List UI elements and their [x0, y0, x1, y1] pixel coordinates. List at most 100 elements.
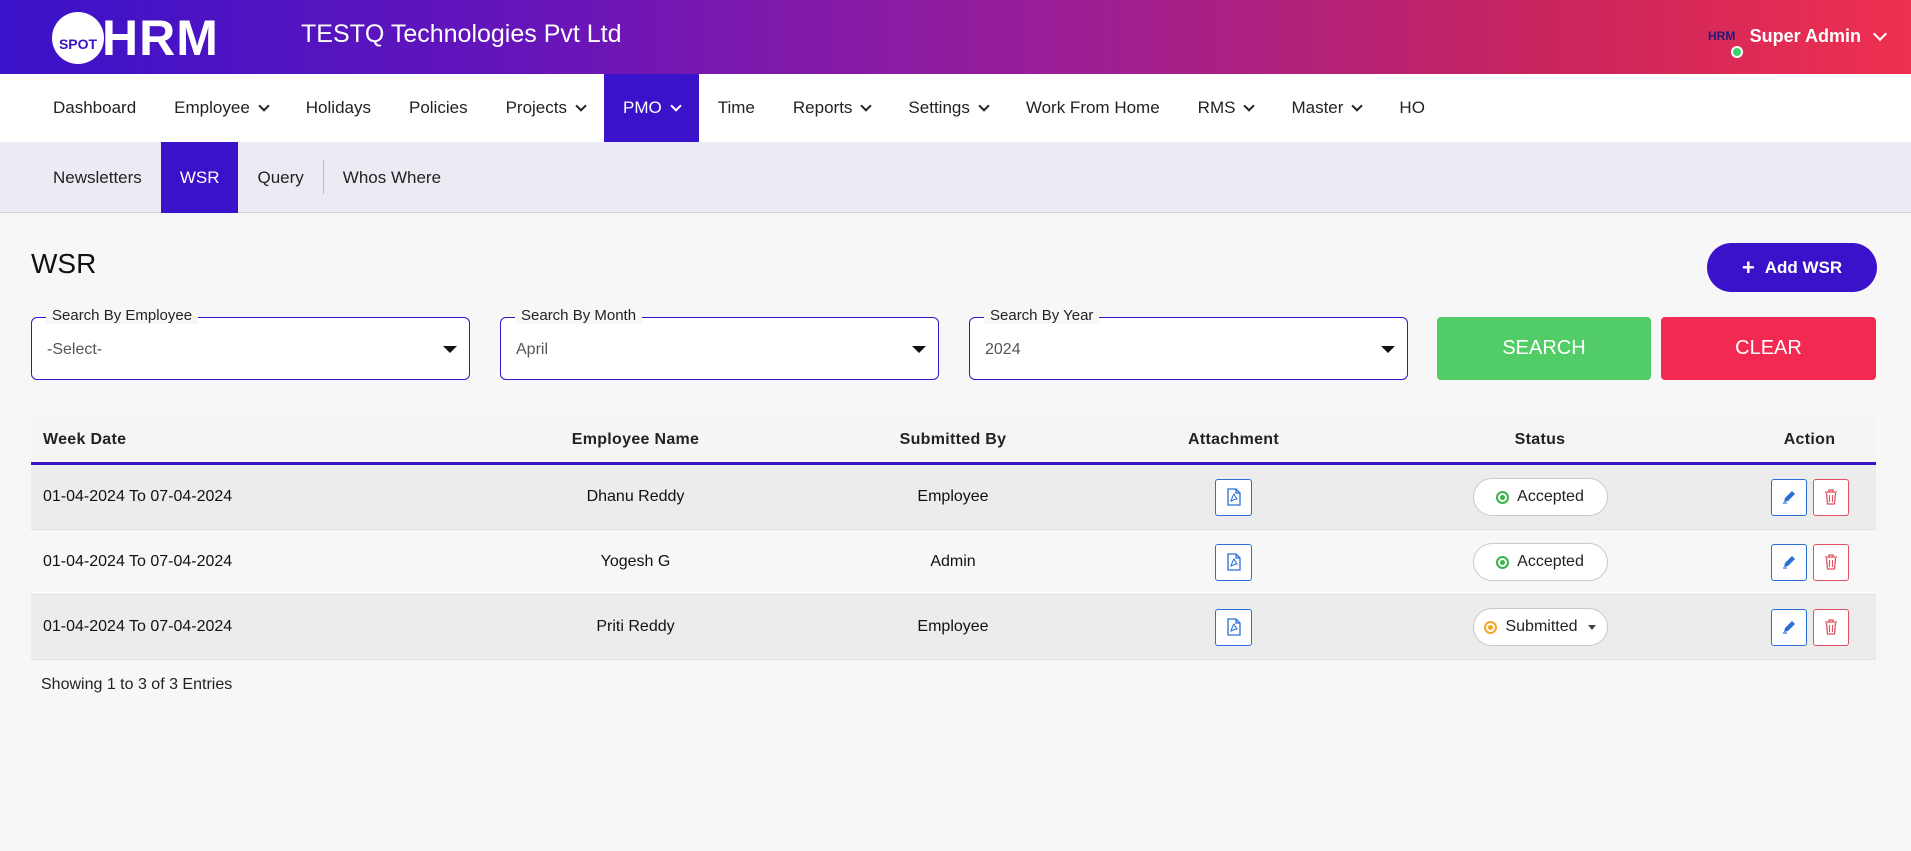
chevron-down-icon	[860, 99, 873, 112]
pdf-icon[interactable]	[1215, 478, 1252, 516]
sub-nav-item-whos-where[interactable]: Whos Where	[324, 142, 460, 213]
sub-nav-item-wsr[interactable]: WSR	[160, 142, 239, 213]
table-body: 01-04-2024 To 07-04-2024 Dhanu Reddy Emplo…	[31, 465, 1876, 660]
nav-item-policies[interactable]: Policies	[390, 74, 487, 142]
status-badge[interactable]: Submitted	[1472, 608, 1608, 646]
column-header-status[interactable]: Status	[1337, 431, 1743, 449]
cell-attachment	[1130, 608, 1337, 646]
search-button[interactable]: SEARCH	[1437, 317, 1651, 380]
column-header-submitted-by[interactable]: Submitted By	[776, 431, 1130, 449]
nav-item-label: RMS	[1197, 98, 1236, 117]
sub-nav-item-newsletters[interactable]: Newsletters	[34, 142, 161, 213]
cell-action	[1743, 608, 1876, 646]
sub-nav-item-query[interactable]: Query	[238, 142, 322, 213]
nav-item-label: Time	[717, 98, 755, 117]
user-menu[interactable]: HRM Super Admin	[1702, 22, 1888, 58]
status-label: Accepted	[1517, 488, 1584, 505]
delete-icon[interactable]	[1812, 608, 1849, 646]
table-row: 01-04-2024 To 07-04-2024 Priti Reddy Emplo…	[31, 595, 1876, 660]
chevron-down-icon[interactable]	[1872, 26, 1888, 41]
cell-status: Submitted	[1337, 608, 1743, 646]
table-row: 01-04-2024 To 07-04-2024 Yogesh G Admin Acc…	[31, 530, 1876, 595]
nav-item-label: Policies	[408, 98, 468, 117]
status-badge: Accepted	[1472, 543, 1608, 581]
cell-submitted-by: Employee	[917, 488, 989, 505]
chevron-down-icon	[670, 99, 682, 112]
nav-item-work-from-home[interactable]: Work From Home	[1007, 74, 1179, 142]
main-nav: Dashboard Employee Holidays Policies Project…	[0, 74, 1911, 142]
nav-item-ho[interactable]: HO	[1380, 74, 1444, 142]
nav-item-master[interactable]: Master	[1272, 74, 1380, 142]
cell-week-date: 01-04-2024 To 07-04-2024	[43, 618, 233, 635]
pdf-icon[interactable]	[1215, 608, 1252, 646]
nav-item-settings[interactable]: Settings	[889, 74, 1006, 142]
app-logo[interactable]: SPOT HRM	[52, 12, 219, 64]
nav-item-dashboard[interactable]: Dashboard	[34, 74, 155, 142]
company-name: TESTQ Technologies Pvt Ltd	[301, 20, 622, 48]
delete-icon[interactable]	[1812, 543, 1849, 581]
cell-action	[1743, 543, 1876, 581]
avatar-text: HRM	[1707, 29, 1736, 43]
cell-submitted-by: Employee	[917, 618, 989, 635]
nav-item-label: Work From Home	[1025, 98, 1160, 117]
edit-icon[interactable]	[1770, 478, 1807, 516]
search-by-month-select[interactable]: Search By Month April	[500, 307, 939, 380]
nav-item-label: Settings	[908, 98, 970, 117]
logo-text: HRM	[102, 10, 219, 66]
logo-badge: SPOT	[52, 12, 104, 64]
pdf-icon[interactable]	[1215, 543, 1252, 581]
search-by-year-select[interactable]: Search By Year 2024	[969, 307, 1408, 380]
column-header-employee-name[interactable]: Employee Name	[495, 431, 776, 449]
chevron-down-icon	[258, 99, 270, 112]
sub-nav: Newsletters WSR Query Whos Where	[0, 142, 1911, 213]
table-row: 01-04-2024 To 07-04-2024 Dhanu Reddy Emplo…	[31, 465, 1876, 530]
clear-button[interactable]: CLEAR	[1661, 317, 1876, 380]
field-value: 2024	[985, 341, 1021, 358]
add-wsr-button[interactable]: + Add WSR	[1707, 243, 1877, 292]
delete-icon[interactable]	[1812, 478, 1849, 516]
nav-item-rms[interactable]: RMS	[1179, 74, 1273, 142]
nav-item-projects[interactable]: Projects	[487, 74, 604, 142]
cell-employee-name: Dhanu Reddy	[586, 488, 685, 505]
cell-attachment	[1130, 543, 1337, 581]
nav-item-employee[interactable]: Employee	[155, 74, 287, 142]
chevron-down-icon	[1351, 99, 1364, 112]
column-header-attachment[interactable]: Attachment	[1130, 431, 1337, 449]
search-by-employee-select[interactable]: Search By Employee -Select-	[31, 307, 470, 380]
edit-icon[interactable]	[1770, 543, 1807, 581]
status-label: Submitted	[1505, 618, 1578, 635]
wsr-table: Week Date Employee Name Submitted By Att…	[31, 417, 1876, 660]
page-title: WSR	[31, 248, 97, 279]
status-label: Accepted	[1517, 553, 1584, 570]
nav-item-label: Reports	[792, 98, 853, 117]
nav-item-label: Master	[1291, 98, 1344, 117]
top-header: SPOT HRM TESTQ Technologies Pvt Ltd HRM …	[0, 0, 1911, 74]
caret-down-icon	[912, 346, 926, 353]
edit-icon[interactable]	[1770, 608, 1807, 646]
user-name: Super Admin	[1749, 25, 1861, 46]
caret-down-icon	[1381, 346, 1395, 353]
field-value: -Select-	[47, 341, 103, 358]
cell-action	[1743, 478, 1876, 516]
cell-status: Accepted	[1337, 478, 1743, 516]
caret-down-icon	[1587, 624, 1596, 630]
column-header-action: Action	[1783, 430, 1836, 448]
nav-item-holidays[interactable]: Holidays	[287, 74, 390, 142]
field-label: Search By Employee	[46, 307, 199, 324]
nav-item-pmo[interactable]: PMO	[604, 74, 699, 142]
column-header-week-date[interactable]: Week Date	[31, 431, 495, 449]
entries-info: Showing 1 to 3 of 3 Entries	[41, 676, 233, 693]
nav-item-time[interactable]: Time	[699, 74, 774, 142]
cell-week-date: 01-04-2024 To 07-04-2024	[43, 488, 233, 505]
field-value: April	[516, 341, 549, 358]
avatar[interactable]: HRM	[1702, 22, 1743, 58]
cell-employee-name: Yogesh G	[600, 553, 671, 570]
chevron-down-icon	[1243, 99, 1256, 112]
status-badge: Accepted	[1472, 478, 1608, 516]
cell-attachment	[1130, 478, 1337, 516]
nav-item-label: PMO	[623, 98, 662, 117]
field-label: Search By Month	[515, 307, 643, 324]
online-status-icon	[1730, 46, 1743, 58]
nav-item-reports[interactable]: Reports	[774, 74, 890, 142]
chevron-down-icon	[575, 99, 587, 112]
